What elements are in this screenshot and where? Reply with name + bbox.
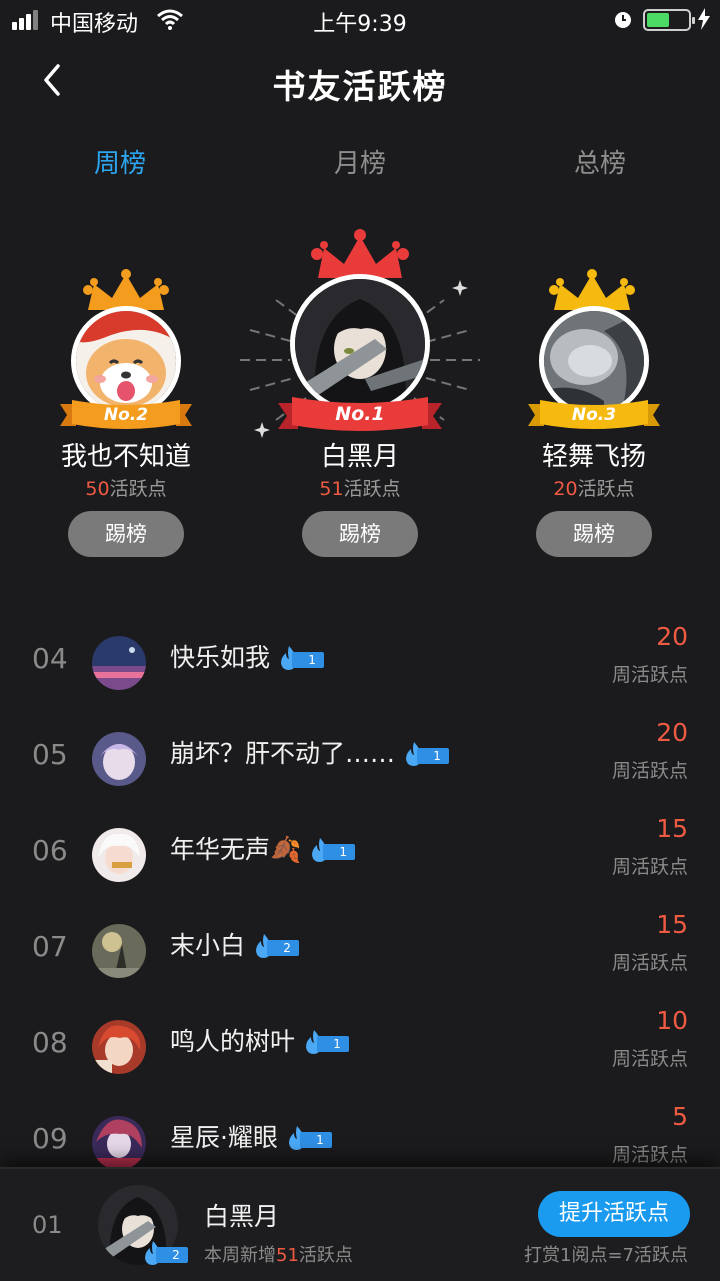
podium-score: 51活跃点: [319, 478, 401, 500]
status-bar: 中国移动 上午9:39: [0, 0, 720, 40]
rank-ribbon-second: No.2: [60, 400, 192, 429]
period-tabs: 周榜 月榜 总榜: [0, 143, 720, 183]
score-value: 5: [672, 1102, 688, 1131]
score-unit: 周活跃点: [611, 1048, 688, 1070]
list-item[interactable]: 06 年华无声🍂 1 15 周活跃点: [0, 808, 720, 904]
user-name: 末小白 2: [170, 926, 300, 962]
score-value: 10: [656, 1006, 688, 1035]
avatar: [92, 636, 146, 690]
score-unit: 周活跃点: [611, 760, 688, 782]
rank-number: 06: [32, 834, 68, 867]
podium-name: 我也不知道: [60, 442, 191, 472]
battery-icon: [643, 9, 695, 31]
score-unit: 周活跃点: [611, 664, 688, 686]
rank-ribbon-third: No.3: [528, 400, 660, 429]
rank-ribbon-first: No.1: [278, 397, 442, 431]
podium-name: 轻舞飞扬: [541, 442, 646, 472]
anime-avatar-image: [295, 279, 425, 409]
score-unit: 周活跃点: [611, 1144, 688, 1166]
user-name: 年华无声🍂 1: [170, 830, 356, 866]
boost-activity-button[interactable]: 提升活跃点: [538, 1191, 690, 1237]
avatar: [92, 732, 146, 786]
user-name: 崩坏？肝不动了…… 1: [170, 734, 450, 770]
my-rank-number: 01: [32, 1211, 63, 1239]
avatar: [92, 1116, 146, 1170]
level-badge: 1: [403, 742, 450, 766]
rank-number: 07: [32, 930, 68, 963]
avatar: [92, 1020, 146, 1074]
kick-button[interactable]: 踢榜: [536, 511, 652, 557]
rank-label: No.1: [335, 403, 384, 425]
score-unit: 周活跃点: [611, 952, 688, 974]
score-value: 20: [656, 718, 688, 747]
level-badge: 1: [309, 838, 356, 862]
reward-hint: 打赏1阅点=7活跃点: [524, 1245, 688, 1266]
rank-number: 04: [32, 642, 68, 675]
podium-score: 50活跃点: [85, 478, 167, 500]
rank-label: No.3: [572, 405, 616, 425]
list-item[interactable]: 04 快乐如我 1 20 周活跃点: [0, 616, 720, 712]
podium-name: 白黑月: [320, 442, 399, 472]
kick-button[interactable]: 踢榜: [302, 511, 418, 557]
avatar: [92, 924, 146, 978]
level-badge: 1: [303, 1030, 350, 1054]
level-badge: 2: [253, 934, 300, 958]
score-unit: 周活跃点: [611, 856, 688, 878]
kick-button[interactable]: 踢榜: [68, 511, 184, 557]
score-value: 15: [656, 814, 688, 843]
page-title: 书友活跃榜: [272, 67, 448, 106]
list-item[interactable]: 05 崩坏？肝不动了…… 1 20 周活跃点: [0, 712, 720, 808]
avatar: [92, 828, 146, 882]
tab-monthly[interactable]: 月榜: [280, 143, 440, 180]
level-badge: 1: [286, 1126, 332, 1150]
tab-all-time[interactable]: 总榜: [520, 143, 680, 180]
user-name: 星辰·耀眼 1: [170, 1118, 332, 1154]
rank-number: 08: [32, 1026, 68, 1059]
rank-label: No.2: [104, 405, 148, 425]
score-value: 20: [656, 622, 688, 651]
my-name: 白黑月: [204, 1202, 280, 1231]
charging-icon: [698, 8, 710, 30]
level-badge: 1: [278, 646, 325, 670]
list-item[interactable]: 08 鸣人的树叶 1 10 周活跃点: [0, 1000, 720, 1096]
user-name: 鸣人的树叶 1: [170, 1022, 350, 1058]
rank-number: 05: [32, 738, 68, 771]
list-item[interactable]: 07 末小白 2 15 周活跃点: [0, 904, 720, 1000]
tab-weekly[interactable]: 周榜: [40, 143, 200, 180]
podium-score: 20活跃点: [553, 478, 635, 500]
alarm-icon: [615, 12, 631, 28]
user-name: 快乐如我 1: [170, 638, 325, 674]
score-value: 15: [656, 910, 688, 939]
level-badge: 2: [142, 1241, 188, 1265]
rank-number: 09: [32, 1122, 68, 1155]
my-rank-bar: 01 2 白黑月 本周新增51活跃点 提升活跃点 打赏1阅点=7活跃点: [0, 1167, 720, 1281]
weekly-gain: 本周新增51活跃点: [204, 1245, 353, 1266]
